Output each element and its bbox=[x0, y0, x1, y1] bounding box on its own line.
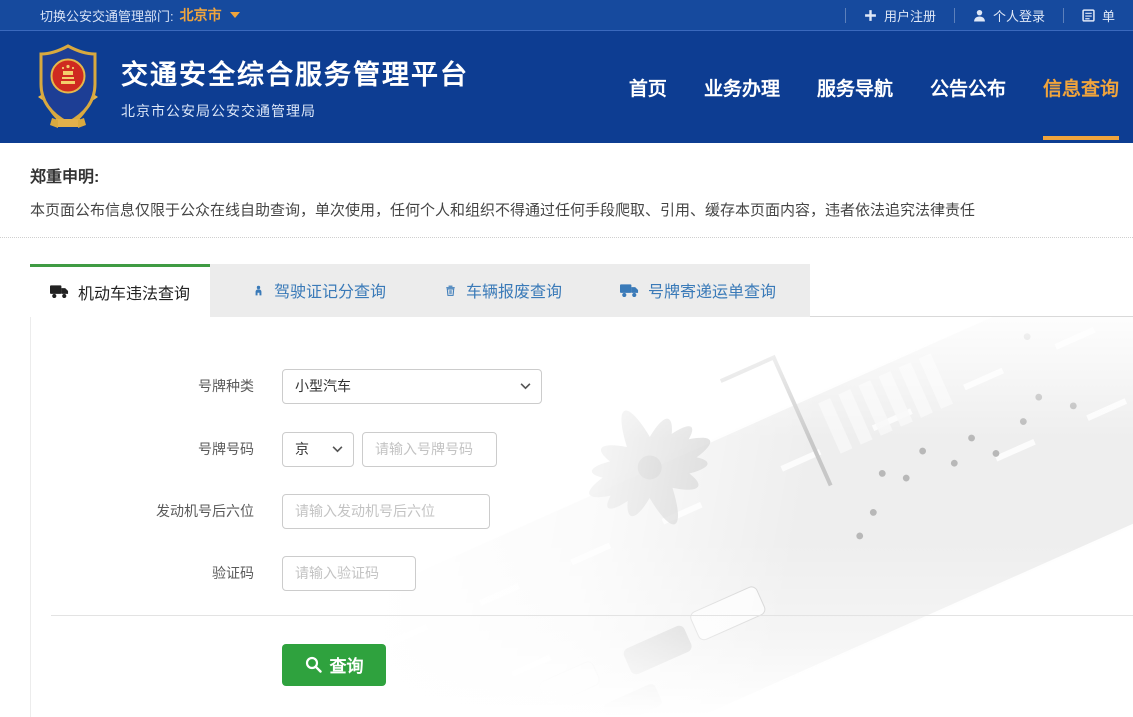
region-switcher[interactable]: 切换公安交通管理部门: 北京市 bbox=[40, 5, 240, 25]
nav-label: 公告公布 bbox=[930, 74, 1006, 101]
caret-down-icon bbox=[230, 12, 240, 18]
unit-login-link[interactable]: 单 bbox=[1064, 6, 1133, 25]
statement-title: 郑重申明: bbox=[30, 163, 1103, 187]
engine-number-row: 发动机号后六位 bbox=[31, 494, 490, 529]
nav-label: 首页 bbox=[629, 74, 667, 101]
main-nav: 首页 业务办理 服务导航 公告公布 信息查询 bbox=[629, 31, 1133, 143]
plate-prefix-select[interactable]: 京 bbox=[282, 432, 354, 467]
query-tabs: 机动车违法查询 驾驶证记分查询 车辆报废查询 号牌寄递运单查询 bbox=[30, 264, 810, 317]
dotted-separator bbox=[0, 237, 1133, 238]
topbar-links: 用户注册 个人登录 单 bbox=[845, 0, 1133, 30]
captcha-input[interactable] bbox=[282, 556, 416, 591]
site-title: 交通安全综合服务管理平台 bbox=[121, 53, 469, 92]
engine-number-input[interactable] bbox=[282, 494, 490, 529]
tab-label: 车辆报废查询 bbox=[466, 278, 562, 302]
site-titles: 交通安全综合服务管理平台 北京市公安局公安交通管理局 bbox=[121, 53, 469, 121]
nav-service-guide[interactable]: 服务导航 bbox=[817, 31, 893, 143]
register-label: 用户注册 bbox=[884, 6, 936, 25]
trash-icon bbox=[444, 283, 457, 298]
tab-vehicle-scrap-query[interactable]: 车辆报废查询 bbox=[428, 264, 578, 317]
query-button[interactable]: 查询 bbox=[282, 644, 386, 686]
form-separator-line bbox=[51, 615, 1133, 616]
tab-label: 号牌寄递运单查询 bbox=[648, 278, 776, 302]
nav-business[interactable]: 业务办理 bbox=[704, 31, 780, 143]
nav-underline-active bbox=[1043, 136, 1119, 140]
site-subtitle: 北京市公安局公安交通管理局 bbox=[121, 101, 469, 121]
plate-number-input[interactable] bbox=[362, 432, 497, 467]
nav-announcements[interactable]: 公告公布 bbox=[930, 31, 1006, 143]
nav-home[interactable]: 首页 bbox=[629, 31, 667, 143]
plate-type-select-wrap: 小型汽车 bbox=[282, 369, 542, 404]
captcha-row: 验证码 bbox=[31, 556, 416, 591]
nav-label: 服务导航 bbox=[817, 74, 893, 101]
plate-number-label: 号牌号码 bbox=[31, 439, 254, 459]
region-switch-label: 切换公安交通管理部门: bbox=[40, 6, 174, 25]
unit-icon bbox=[1082, 9, 1095, 22]
search-icon bbox=[305, 656, 322, 673]
truck-icon bbox=[620, 283, 639, 298]
personal-login-label: 个人登录 bbox=[993, 6, 1045, 25]
plate-type-select[interactable]: 小型汽车 bbox=[282, 369, 542, 404]
plate-type-label: 号牌种类 bbox=[31, 376, 254, 396]
plate-type-row: 号牌种类 小型汽车 bbox=[31, 369, 542, 404]
main-header: 交通安全综合服务管理平台 北京市公安局公安交通管理局 首页 业务办理 服务导航 … bbox=[0, 31, 1133, 143]
nav-label: 信息查询 bbox=[1043, 74, 1119, 101]
tab-vehicle-violation-query[interactable]: 机动车违法查询 bbox=[30, 264, 210, 317]
police-badge-logo bbox=[30, 41, 106, 133]
truck-icon bbox=[50, 284, 69, 299]
nav-label: 业务办理 bbox=[704, 74, 780, 101]
engine-number-label: 发动机号后六位 bbox=[31, 501, 254, 521]
tab-label: 驾驶证记分查询 bbox=[274, 278, 386, 302]
plus-icon bbox=[864, 9, 877, 22]
query-button-label: 查询 bbox=[330, 652, 364, 677]
register-link[interactable]: 用户注册 bbox=[846, 6, 954, 25]
plate-prefix-select-wrap: 京 bbox=[282, 432, 354, 467]
person-icon bbox=[252, 283, 265, 298]
nav-info-query[interactable]: 信息查询 bbox=[1043, 31, 1119, 143]
tab-label: 机动车违法查询 bbox=[78, 280, 190, 304]
unit-login-label: 单 bbox=[1102, 6, 1115, 25]
user-icon bbox=[973, 9, 986, 22]
plate-number-row: 号牌号码 京 bbox=[31, 432, 497, 467]
captcha-label: 验证码 bbox=[31, 563, 254, 583]
page: 切换公安交通管理部门: 北京市 用户注册 个人登录 单 bbox=[0, 0, 1133, 717]
statement-body: 本页面公布信息仅限于公众在线自助查询，单次使用，任何个人和组织不得通过任何手段爬… bbox=[30, 200, 1103, 222]
query-form-panel: 号牌种类 小型汽车 号牌号码 京 发动机号后六位 验证码 bbox=[30, 317, 1133, 717]
personal-login-link[interactable]: 个人登录 bbox=[955, 6, 1063, 25]
statement-block: 郑重申明: 本页面公布信息仅限于公众在线自助查询，单次使用，任何个人和组织不得通… bbox=[0, 143, 1133, 222]
region-value: 北京市 bbox=[180, 5, 222, 25]
tabbar-row: 机动车违法查询 驾驶证记分查询 车辆报废查询 号牌寄递运单查询 bbox=[0, 264, 1133, 317]
top-utility-bar: 切换公安交通管理部门: 北京市 用户注册 个人登录 单 bbox=[0, 0, 1133, 31]
tab-driver-license-points-query[interactable]: 驾驶证记分查询 bbox=[236, 264, 402, 317]
tab-plate-delivery-waybill-query[interactable]: 号牌寄递运单查询 bbox=[604, 264, 792, 317]
